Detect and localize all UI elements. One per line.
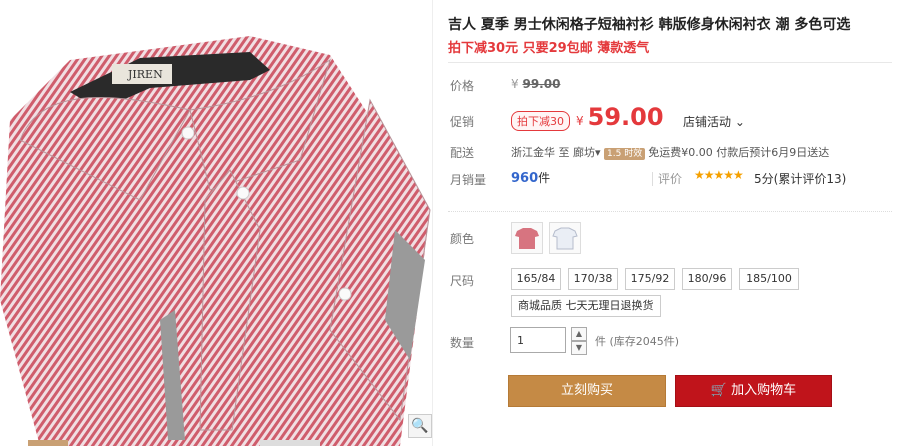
price-label: 价格: [450, 79, 475, 93]
quantity-increase-button[interactable]: ▲: [571, 327, 587, 341]
chevron-down-icon: ▾: [595, 146, 601, 159]
review-score-link[interactable]: 5分(累计评价13): [754, 170, 846, 187]
cart-icon: 🛒: [710, 383, 728, 398]
delivery-tag: 1.5 时效: [604, 148, 646, 160]
original-price-value: 99.00: [522, 77, 561, 91]
zoom-icon[interactable]: 🔍: [408, 414, 432, 438]
stock-info: 件 (库存2045件): [595, 335, 680, 348]
monthly-sales: 960件: [511, 169, 550, 186]
quantity-label: 数量: [450, 336, 475, 350]
ship-to-word: 至: [558, 146, 570, 159]
monthly-sales-label: 月销量: [450, 173, 487, 187]
current-price-value: 59.00: [587, 103, 664, 131]
review-label: 评价: [658, 172, 683, 186]
quantity-decrease-button[interactable]: ▼: [571, 341, 587, 355]
shirt-thumbnail: [515, 228, 539, 249]
ship-from: 浙江金华: [511, 146, 555, 159]
shipping-info: 浙江金华 至 廊坊▾ 1.5 时效 免运费¥0.00 付款后预计6月9日送达: [511, 144, 829, 160]
shirt-image: JIREN: [0, 0, 432, 446]
thumbnail-indicator[interactable]: [28, 440, 68, 446]
rating-stars: ★★★★★: [694, 168, 744, 182]
divider: [652, 172, 653, 186]
size-option[interactable]: 185/100: [739, 268, 799, 290]
buy-now-button[interactable]: 立刻购买: [508, 375, 666, 407]
svg-text:JIREN: JIREN: [127, 68, 163, 81]
ship-to-dropdown[interactable]: 廊坊▾: [573, 146, 601, 159]
chevron-down-icon: ⌄: [731, 115, 745, 129]
monthly-sales-count: 960: [511, 171, 539, 186]
store-activity-dropdown[interactable]: 店铺活动 ⌄: [683, 113, 745, 130]
shipping-label: 配送: [450, 146, 475, 160]
size-label: 尺码: [450, 274, 475, 288]
original-price: ¥ 99.00: [511, 77, 560, 91]
size-option[interactable]: 180/96: [682, 268, 732, 290]
ship-to: 廊坊: [573, 146, 595, 159]
currency-symbol: ¥: [511, 77, 519, 91]
store-activity-label: 店铺活动: [683, 115, 732, 129]
currency-symbol: ¥: [576, 114, 584, 128]
service-tag: 商城品质 七天无理日退换货: [511, 295, 661, 317]
size-option[interactable]: 165/84: [511, 268, 561, 290]
shipping-fee: 免运费¥0.00 付款后预计6月9日送达: [648, 146, 830, 159]
product-subtitle: 拍下减30元 只要29包邮 薄款透气: [448, 41, 650, 56]
current-price: ¥59.00: [576, 103, 664, 131]
thumbnail-indicator[interactable]: [260, 440, 320, 446]
color-label: 颜色: [450, 232, 475, 246]
size-option[interactable]: 175/92: [625, 268, 675, 290]
monthly-sales-unit: 件: [538, 171, 551, 185]
quantity-input[interactable]: 1: [510, 327, 566, 353]
product-image-gallery[interactable]: JIREN 🔍: [0, 0, 433, 446]
product-title: 吉人 夏季 男士休闲格子短袖衬衫 韩版修身休闲衬衣 潮 多色可选: [448, 17, 851, 33]
promo-label: 促销: [450, 115, 475, 129]
color-swatch-red[interactable]: [511, 222, 543, 254]
add-to-cart-button[interactable]: 🛒 加入购物车: [675, 375, 832, 407]
size-option[interactable]: 170/38: [568, 268, 618, 290]
color-swatch-white[interactable]: [549, 222, 581, 254]
shirt-thumbnail: [552, 227, 578, 250]
add-to-cart-label: 加入购物车: [731, 383, 797, 398]
promo-badge: 拍下减30: [511, 111, 570, 131]
price-panel: 价格 ¥ 99.00 促销 拍下减30 ¥59.00 店铺活动 ⌄ 配送 浙江金…: [448, 62, 892, 212]
